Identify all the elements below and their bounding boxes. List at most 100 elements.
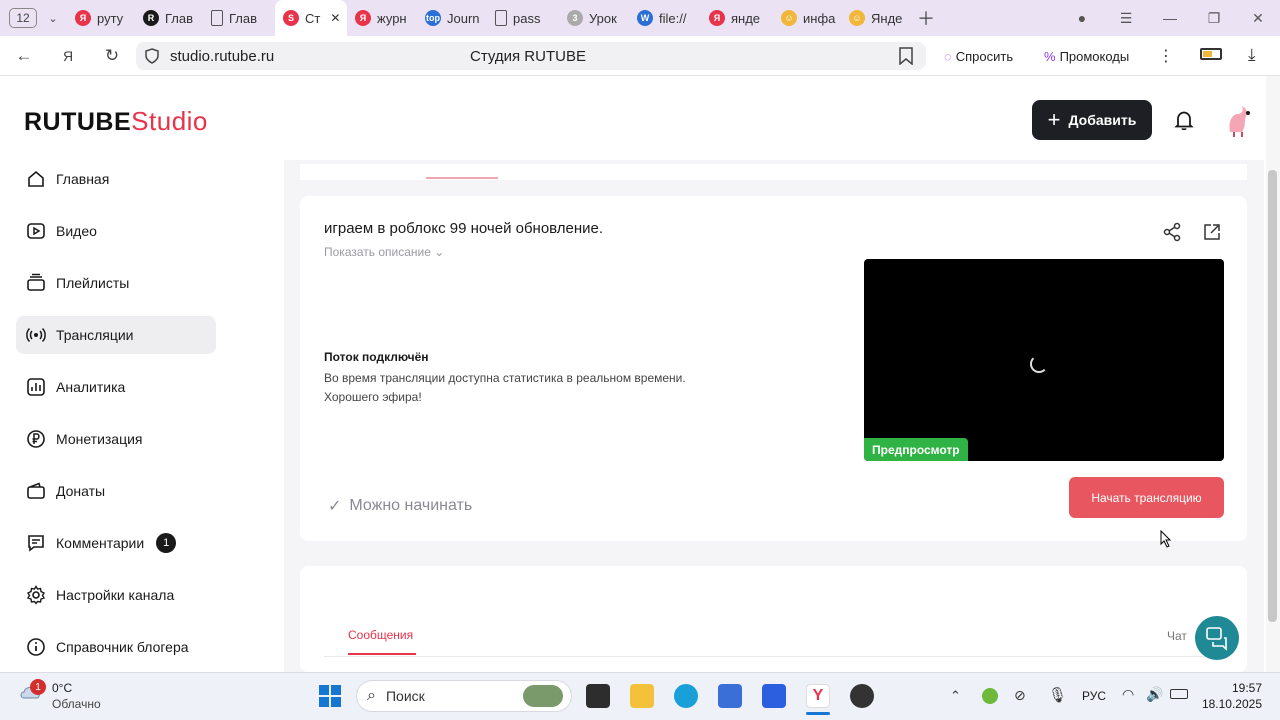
avatar[interactable] xyxy=(1224,104,1254,138)
tab-label: журн xyxy=(377,10,407,26)
ready-status: ✓ Можно начинать xyxy=(328,496,472,516)
menu-icon[interactable]: ☰ xyxy=(1104,10,1148,27)
tab-favicon-icon: ☺ xyxy=(849,10,865,26)
rutube-studio-logo[interactable]: RUTUBEStudio xyxy=(24,106,208,137)
close-tab-icon[interactable]: ✕ xyxy=(330,11,340,25)
network-off-icon[interactable]: ⊘ xyxy=(1014,687,1026,704)
sidebar-item-comment[interactable]: Комментарии 1 xyxy=(16,524,216,562)
tab-list: Яруту R Глав Глав S Ст ✕ Яжурн top Journ pass 3 Урок… xyxy=(67,0,909,36)
browser-tab[interactable]: Глав xyxy=(203,0,275,36)
sidebar-item-gear[interactable]: Настройки канала xyxy=(16,576,216,614)
weather-badge: 1 xyxy=(30,679,46,695)
clock-date[interactable]: 18.10.2025 xyxy=(1200,697,1262,711)
scrollbar-thumb[interactable] xyxy=(1268,170,1277,622)
video-icon xyxy=(26,221,46,241)
profile-icon[interactable]: ● xyxy=(1060,10,1104,26)
wifi-icon[interactable]: ◠ xyxy=(1122,686,1134,703)
broadcast-icon xyxy=(26,325,46,345)
windows-start-icon[interactable] xyxy=(318,684,342,708)
browser-tab[interactable]: S Ст ✕ xyxy=(275,0,347,36)
back-icon[interactable]: ← xyxy=(12,46,36,66)
tray-app-icon[interactable] xyxy=(982,688,998,704)
bell-icon[interactable] xyxy=(1172,108,1196,132)
sidebar-item-wallet[interactable]: Донаты xyxy=(16,472,216,510)
tab-favicon-icon xyxy=(211,10,223,26)
logo-studio: Studio xyxy=(131,106,208,136)
open-external-icon[interactable] xyxy=(1202,222,1222,242)
language-indicator[interactable]: РУС xyxy=(1082,689,1106,703)
tab-favicon-icon: Я xyxy=(355,10,371,26)
ask-button[interactable]: ◌ Спросить xyxy=(944,44,1013,68)
stream-status-title: Поток подключён xyxy=(324,350,429,364)
tab-chat[interactable]: Чат xyxy=(1167,629,1187,643)
clock-time[interactable]: 19:57 xyxy=(1200,681,1262,695)
tab-messages[interactable]: Сообщения xyxy=(348,628,413,642)
tab-label: руту xyxy=(97,10,124,26)
tab-label: Journ xyxy=(447,10,480,26)
sidebar-item-ruble[interactable]: Монетизация xyxy=(16,420,216,458)
sidebar-item-playlist[interactable]: Плейлисты xyxy=(16,264,216,302)
loading-spinner-icon xyxy=(1030,355,1048,373)
sidebar-item-analytics[interactable]: Аналитика xyxy=(16,368,216,406)
game-app-icon[interactable] xyxy=(850,684,874,708)
support-chat-button[interactable] xyxy=(1195,616,1239,660)
tab-label: Ст xyxy=(305,10,321,26)
app-icon[interactable] xyxy=(762,684,786,708)
more-icon[interactable]: ⋮ xyxy=(1158,46,1174,66)
store-icon[interactable] xyxy=(718,684,742,708)
sidebar-item-info[interactable]: Справочник блогера xyxy=(16,628,216,666)
promo-button[interactable]: % Промокоды xyxy=(1044,44,1129,68)
start-stream-button[interactable]: Начать трансляцию xyxy=(1069,477,1224,518)
edge-icon[interactable] xyxy=(674,684,698,708)
stream-status-wish: Хорошего эфира! xyxy=(324,390,422,404)
tab-count-button[interactable]: 12 xyxy=(9,8,37,28)
sidebar-item-home[interactable]: Главная xyxy=(16,160,216,198)
analytics-icon xyxy=(26,377,46,397)
tab-favicon-icon xyxy=(495,10,507,26)
browser-tab[interactable]: pass xyxy=(487,0,559,36)
download-icon[interactable]: ⤓ xyxy=(1248,45,1256,65)
taskbar-search[interactable]: ⌕ Поиск xyxy=(356,680,572,712)
add-label: Добавить xyxy=(1068,112,1137,128)
browser-tab[interactable]: ☺ Янде xyxy=(841,0,909,36)
playlist-icon xyxy=(26,273,46,293)
close-window-icon[interactable]: ✕ xyxy=(1236,10,1280,27)
yandex-icon[interactable]: Я xyxy=(56,48,80,64)
ask-label: Спросить xyxy=(955,48,1014,64)
mouse-cursor-icon xyxy=(1160,530,1172,548)
minimize-icon[interactable]: — xyxy=(1148,10,1192,26)
gear-icon xyxy=(26,585,46,605)
sidebar-item-video[interactable]: Видео xyxy=(16,212,216,250)
browser-tab[interactable]: Wfile:// xyxy=(629,0,701,36)
volume-icon[interactable]: 🔊 xyxy=(1146,686,1163,703)
new-tab-button[interactable]: ＋ xyxy=(909,0,943,36)
browser-tab[interactable]: Яянде xyxy=(701,0,773,36)
add-button[interactable]: + Добавить xyxy=(1032,100,1152,140)
show-description-link[interactable]: Показать описание ⌄ xyxy=(324,245,444,259)
maximize-icon[interactable]: ❐ xyxy=(1192,10,1236,27)
site-info-icon[interactable] xyxy=(144,48,160,64)
battery-icon[interactable] xyxy=(1170,689,1188,699)
file-explorer-icon[interactable] xyxy=(630,684,654,708)
browser-tab[interactable]: 3 Урок xyxy=(559,0,629,36)
yandex-browser-icon[interactable]: Y xyxy=(806,684,830,708)
tray-chevron-icon[interactable]: ⌃ xyxy=(950,688,961,704)
reload-icon[interactable]: ↻ xyxy=(100,46,124,66)
task-view-icon[interactable] xyxy=(586,684,610,708)
tab-favicon-icon: Я xyxy=(709,10,725,26)
sidebar-item-broadcast[interactable]: Трансляции xyxy=(16,316,216,354)
browser-tab[interactable]: Яжурн xyxy=(347,0,417,36)
tab-list-chevron-icon[interactable]: ⌄ xyxy=(39,12,67,25)
sidebar-item-label: Настройки канала xyxy=(56,587,175,603)
share-icon[interactable] xyxy=(1162,222,1182,242)
browser-tab[interactable]: top Journ xyxy=(417,0,487,36)
microphone-icon[interactable]: 🎙 xyxy=(1048,686,1067,704)
browser-tab[interactable]: Яруту xyxy=(67,0,135,36)
bookmark-icon[interactable] xyxy=(898,47,914,65)
home-icon xyxy=(26,169,46,189)
battery-saver-icon[interactable] xyxy=(1200,48,1222,60)
browser-tab[interactable]: ☺ инфа xyxy=(773,0,841,36)
browser-tab[interactable]: R Глав xyxy=(135,0,203,36)
wallet-icon xyxy=(26,481,46,501)
tab-favicon-icon: ☺ xyxy=(781,10,797,26)
